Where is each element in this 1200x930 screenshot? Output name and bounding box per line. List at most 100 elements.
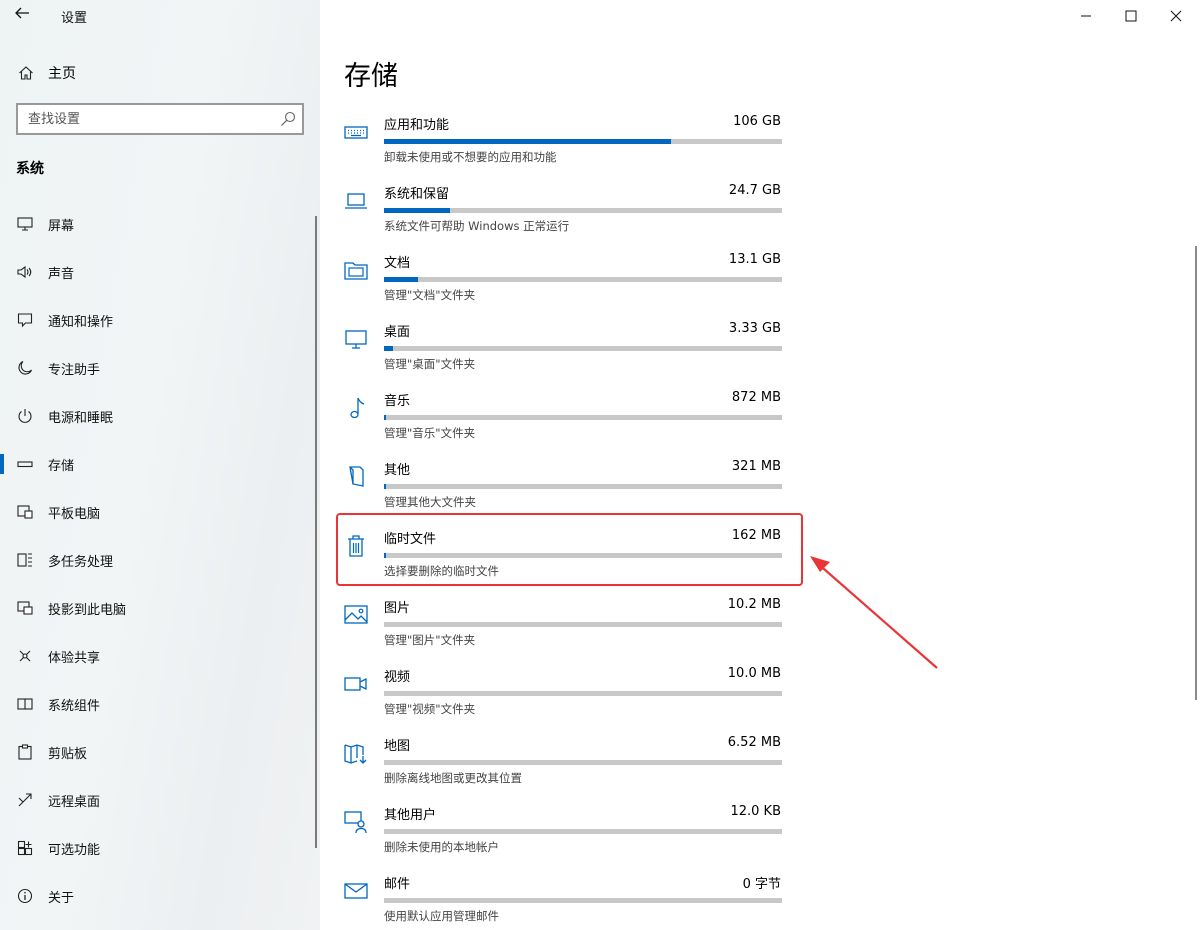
other-icon bbox=[342, 463, 370, 491]
storage-item-name: 其他用户 bbox=[384, 808, 437, 823]
sidebar-item-multitasking[interactable]: 多任务处理 bbox=[0, 540, 318, 580]
maximize-icon[interactable] bbox=[1119, 4, 1143, 28]
notification-icon bbox=[15, 310, 35, 330]
storage-item-desc: 管理其他大文件夹 bbox=[384, 495, 476, 509]
sidebar-item-shared-experiences[interactable]: 体验共享 bbox=[0, 636, 318, 676]
storage-icon bbox=[15, 454, 35, 474]
multitask-icon bbox=[15, 550, 35, 570]
sidebar-item-label: 远程桌面 bbox=[48, 794, 101, 810]
sidebar-item-label: 可选功能 bbox=[48, 842, 101, 858]
tablet-icon bbox=[15, 502, 35, 522]
map-icon bbox=[342, 739, 370, 767]
sidebar-item-label: 通知和操作 bbox=[48, 314, 114, 330]
storage-item-name: 邮件 bbox=[384, 877, 411, 892]
sidebar-item-label: 多任务处理 bbox=[48, 554, 114, 570]
sidebar-item-label: 剪贴板 bbox=[48, 746, 88, 762]
sidebar-item-power[interactable]: 电源和睡眠 bbox=[0, 396, 318, 436]
sidebar-item-remote-desktop[interactable]: 远程桌面 bbox=[0, 780, 318, 820]
display-icon bbox=[15, 214, 35, 234]
storage-item-apps[interactable]: 应用和功能 106 GB 卸载未使用或不想要的应用和功能 bbox=[340, 110, 800, 172]
nav-home[interactable]: 主页 bbox=[16, 60, 76, 86]
sidebar-item-display[interactable]: 屏幕 bbox=[0, 204, 318, 244]
speaker-icon bbox=[15, 262, 35, 282]
moon-icon bbox=[15, 358, 35, 378]
sidebar-item-sound[interactable]: 声音 bbox=[0, 252, 318, 292]
power-icon bbox=[15, 406, 35, 426]
monitor-icon bbox=[342, 325, 370, 353]
usage-bar bbox=[384, 415, 782, 420]
usage-bar-fill bbox=[384, 277, 418, 282]
close-icon[interactable] bbox=[1164, 4, 1188, 28]
storage-item-videos[interactable]: 视频 10.0 MB 管理"视频"文件夹 bbox=[340, 662, 800, 724]
storage-item-size: 321 MB bbox=[731, 459, 781, 474]
sidebar-item-label: 声音 bbox=[48, 266, 75, 282]
main-scrollbar[interactable] bbox=[1195, 246, 1197, 700]
sidebar-item-tablet[interactable]: 平板电脑 bbox=[0, 492, 318, 532]
storage-item-name: 地图 bbox=[384, 739, 411, 754]
storage-item-desc: 管理"文档"文件夹 bbox=[384, 288, 476, 302]
usage-bar bbox=[384, 760, 782, 765]
storage-item-size: 6.52 MB bbox=[727, 735, 781, 750]
search-icon[interactable] bbox=[280, 111, 296, 127]
sidebar-item-about[interactable]: 关于 bbox=[0, 876, 318, 916]
storage-item-maps[interactable]: 地图 6.52 MB 删除离线地图或更改其位置 bbox=[340, 731, 800, 793]
storage-item-size: 12.0 KB bbox=[730, 804, 781, 819]
share-icon bbox=[15, 646, 35, 666]
usage-bar bbox=[384, 139, 782, 144]
sidebar-item-label: 平板电脑 bbox=[48, 506, 101, 522]
sidebar-item-storage[interactable]: 存储 bbox=[0, 444, 318, 484]
storage-item-other-users[interactable]: 其他用户 12.0 KB 删除未使用的本地帐户 bbox=[340, 800, 800, 862]
sidebar-item-clipboard[interactable]: 剪贴板 bbox=[0, 732, 318, 772]
storage-item-size: 872 MB bbox=[731, 390, 781, 405]
info-icon bbox=[15, 886, 35, 906]
storage-item-mail[interactable]: 邮件 0 字节 使用默认应用管理邮件 bbox=[340, 869, 800, 930]
storage-item-desc: 使用默认应用管理邮件 bbox=[384, 909, 499, 923]
storage-item-pictures[interactable]: 图片 10.2 MB 管理"图片"文件夹 bbox=[340, 593, 800, 655]
storage-item-name: 图片 bbox=[384, 601, 411, 616]
sidebar-item-optional-features[interactable]: 可选功能 bbox=[0, 828, 318, 868]
usage-bar bbox=[384, 484, 782, 489]
project-icon bbox=[15, 598, 35, 618]
storage-item-size: 3.33 GB bbox=[728, 321, 781, 336]
storage-item-size: 0 字节 bbox=[742, 877, 781, 892]
storage-item-system[interactable]: 系统和保留 24.7 GB 系统文件可帮助 Windows 正常运行 bbox=[340, 179, 800, 241]
sidebar-item-notifications[interactable]: 通知和操作 bbox=[0, 300, 318, 340]
folder-icon bbox=[342, 256, 370, 284]
sidebar-item-project[interactable]: 投影到此电脑 bbox=[0, 588, 318, 628]
usage-bar-fill bbox=[384, 139, 671, 144]
usage-bar bbox=[384, 829, 782, 834]
storage-item-size: 24.7 GB bbox=[728, 183, 781, 198]
highlight-box bbox=[336, 513, 803, 586]
storage-item-desc: 删除未使用的本地帐户 bbox=[384, 840, 499, 854]
clipboard-icon bbox=[15, 742, 35, 762]
storage-item-desc: 系统文件可帮助 Windows 正常运行 bbox=[384, 219, 570, 233]
sidebar-item-focus-assist[interactable]: 专注助手 bbox=[0, 348, 318, 388]
window-title: 设置 bbox=[61, 11, 88, 26]
search-box[interactable] bbox=[16, 103, 304, 135]
storage-item-name: 系统和保留 bbox=[384, 187, 450, 202]
home-icon bbox=[16, 63, 36, 83]
storage-item-documents[interactable]: 文档 13.1 GB 管理"文档"文件夹 bbox=[340, 248, 800, 310]
storage-item-name: 音乐 bbox=[384, 394, 411, 409]
storage-item-music[interactable]: 音乐 872 MB 管理"音乐"文件夹 bbox=[340, 386, 800, 448]
storage-item-size: 106 GB bbox=[733, 114, 781, 129]
usage-bar bbox=[384, 622, 782, 627]
usage-bar-fill bbox=[384, 415, 387, 420]
storage-item-desktop[interactable]: 桌面 3.33 GB 管理"桌面"文件夹 bbox=[340, 317, 800, 379]
storage-item-desc: 删除离线地图或更改其位置 bbox=[384, 771, 522, 785]
search-input[interactable] bbox=[18, 105, 268, 133]
home-label: 主页 bbox=[48, 66, 76, 82]
minimize-icon[interactable] bbox=[1074, 4, 1098, 28]
page-title: 存储 bbox=[344, 61, 398, 92]
storage-item-desc: 管理"桌面"文件夹 bbox=[384, 357, 476, 371]
storage-item-size: 10.0 MB bbox=[727, 666, 781, 681]
sidebar-item-system-components[interactable]: 系统组件 bbox=[0, 684, 318, 724]
sidebar-item-label: 屏幕 bbox=[48, 218, 75, 234]
back-arrow-icon[interactable] bbox=[14, 5, 36, 27]
usage-bar bbox=[384, 898, 782, 903]
storage-item-desc: 卸载未使用或不想要的应用和功能 bbox=[384, 150, 557, 164]
laptop-icon bbox=[342, 187, 370, 215]
storage-item-other[interactable]: 其他 321 MB 管理其他大文件夹 bbox=[340, 455, 800, 517]
sidebar-item-label: 存储 bbox=[48, 458, 75, 474]
sidebar-scrollbar[interactable] bbox=[315, 216, 317, 848]
